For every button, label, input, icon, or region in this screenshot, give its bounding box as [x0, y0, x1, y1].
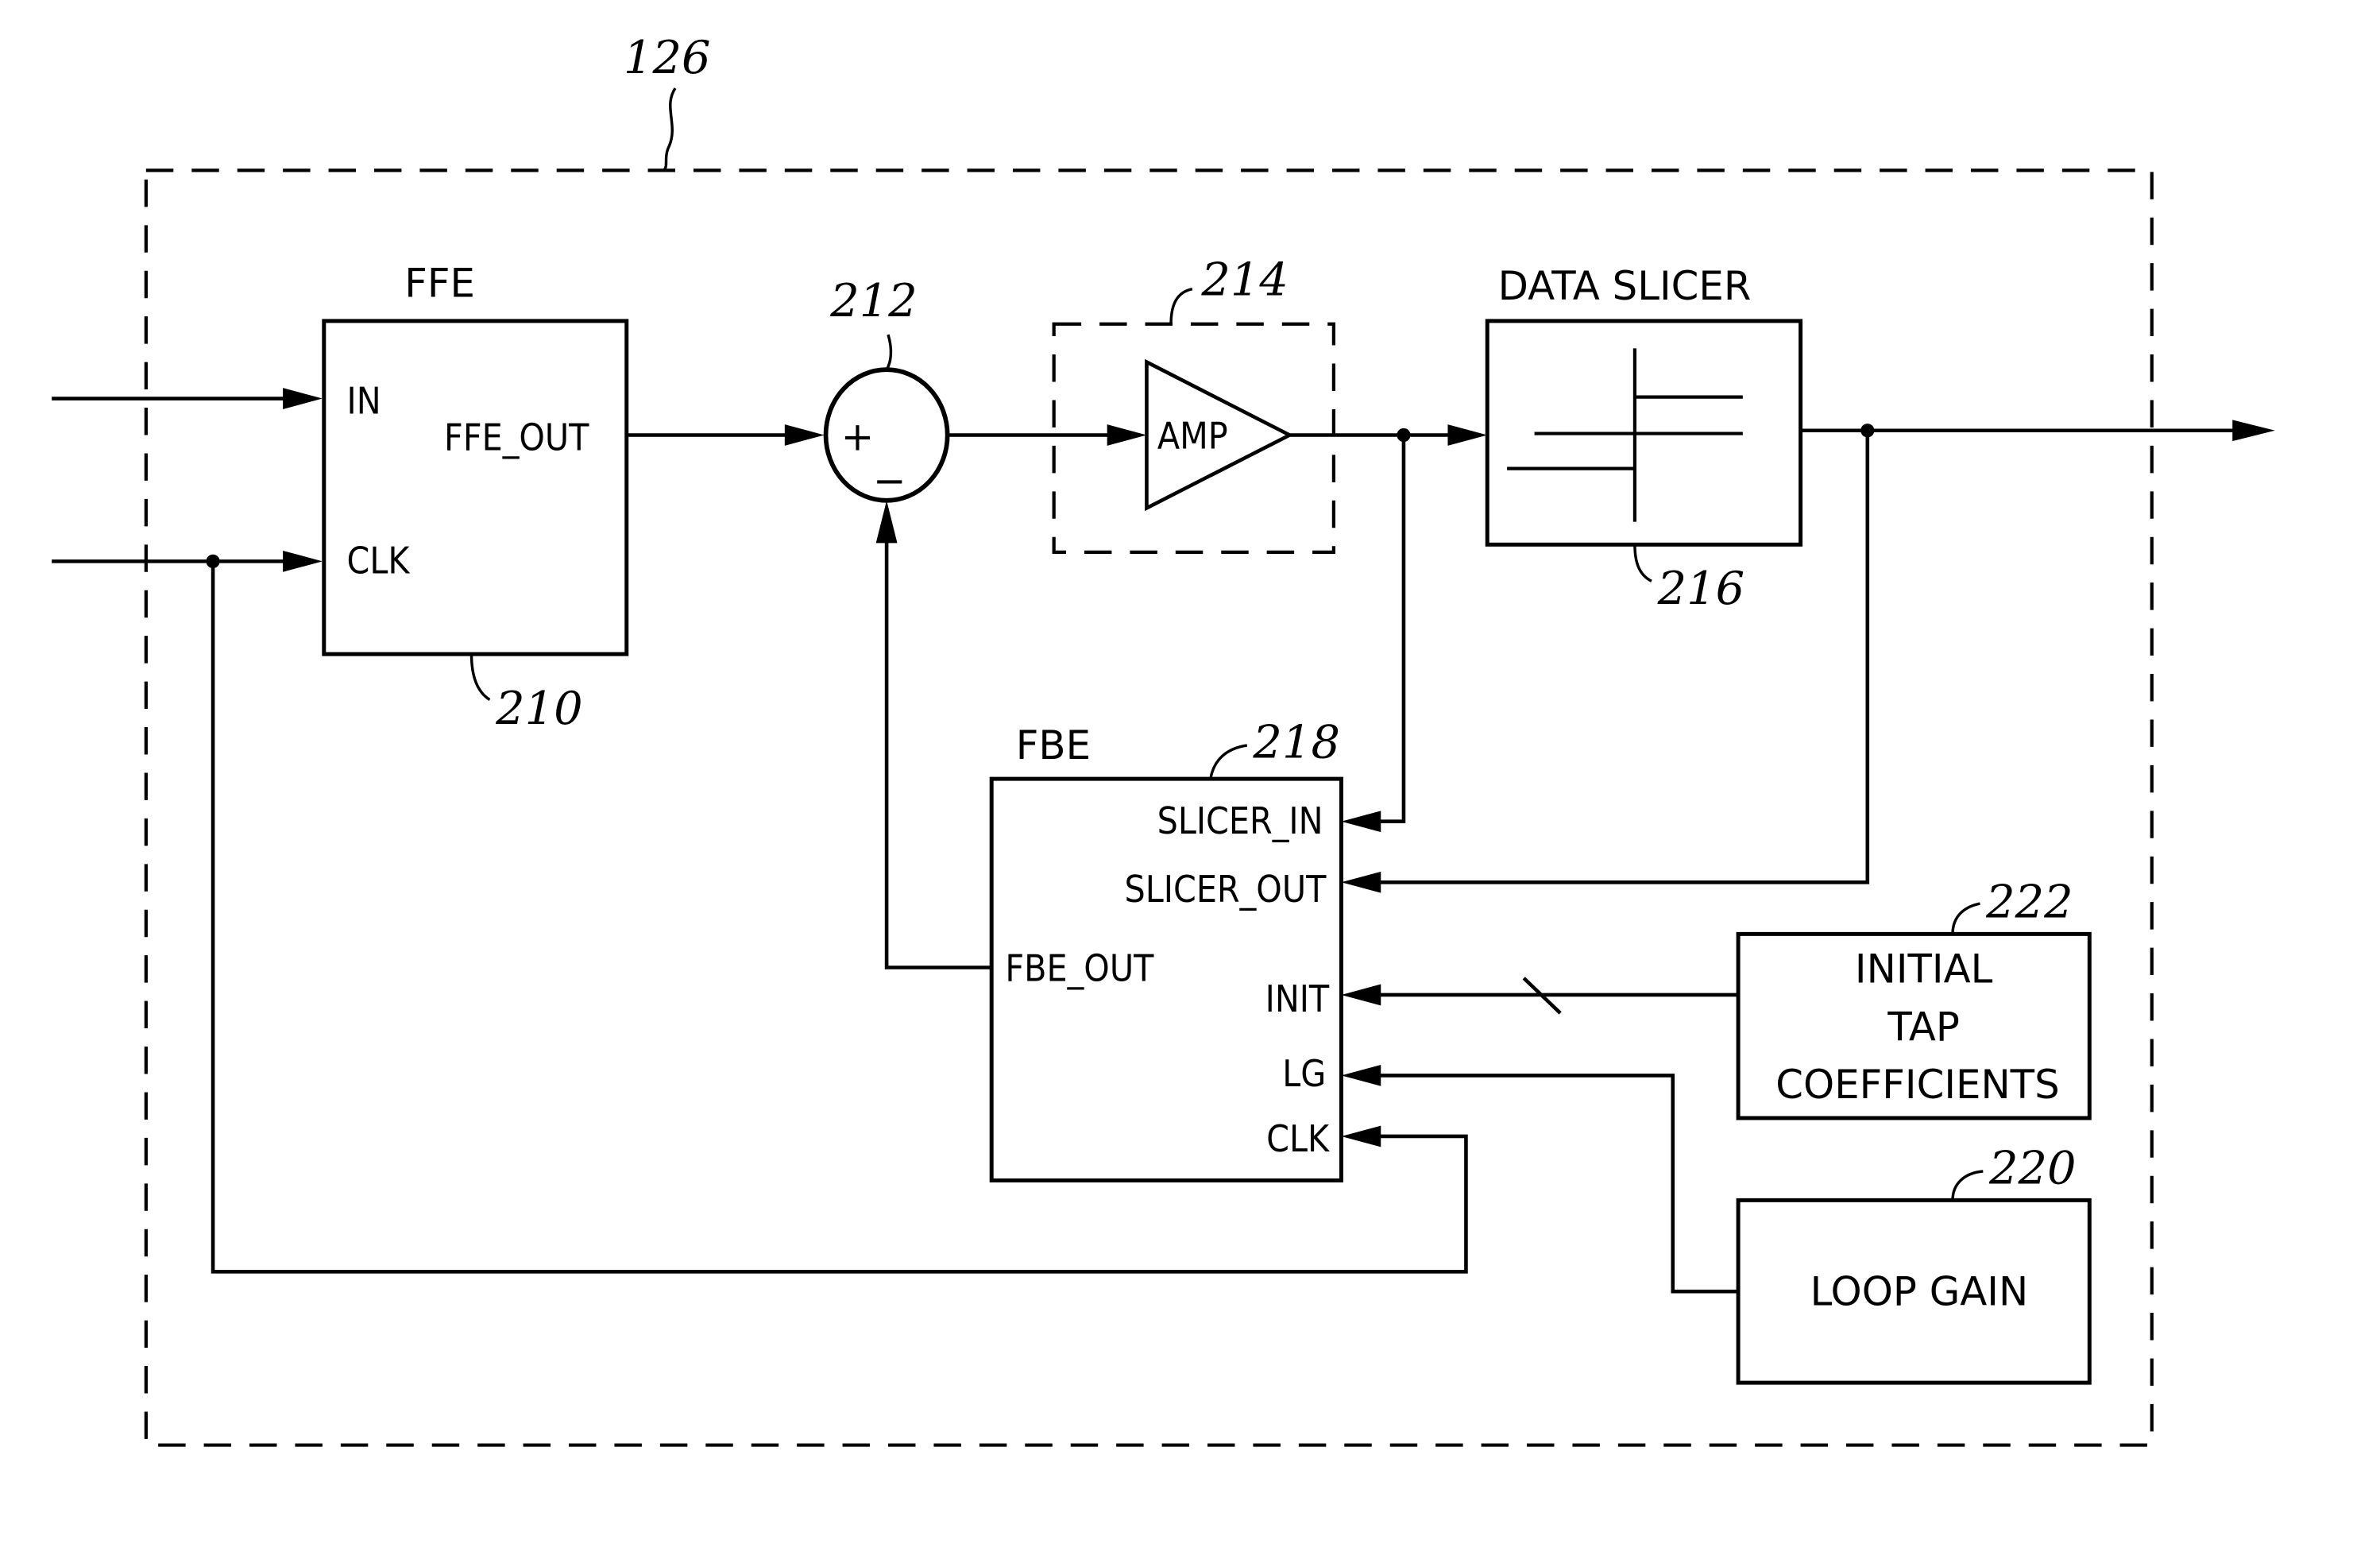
initial-tap-line-1: INITIAL	[1855, 946, 1993, 993]
lg-wire	[1362, 1074, 1739, 1294]
arrow-fbe-clk	[1341, 1125, 1381, 1147]
ref-label-212: 212	[829, 274, 918, 327]
ffe-title: FFE	[404, 260, 475, 306]
summer-minus-sign: −	[873, 458, 906, 504]
fbe-out-feedback-wire	[884, 524, 992, 969]
ffe-port-out: FFE_OUT	[444, 416, 589, 459]
ffe-port-clk: CLK	[347, 540, 411, 582]
fbe-port-init: INIT	[1265, 977, 1330, 1020]
ref-label-222: 222	[1985, 875, 2073, 928]
initial-tap-line-3: COEFFICIENTS	[1775, 1062, 2059, 1108]
ref-leader-220	[1951, 1170, 1984, 1201]
ref-leader-212	[885, 334, 893, 371]
arrow-ffe-clk	[283, 550, 323, 572]
ref-label-210: 210	[495, 682, 583, 735]
fbe-port-slicer-out: SLICER_OUT	[1125, 868, 1327, 911]
ref-label-214: 214	[1200, 253, 1289, 306]
loop-gain-label: LOOP GAIN	[1810, 1268, 2029, 1314]
arrow-system-out	[2232, 420, 2275, 442]
ffe-port-in: IN	[347, 380, 381, 423]
fbe-title: FBE	[1016, 722, 1091, 768]
amp-label: AMP	[1157, 415, 1228, 458]
equalizer-block-diagram: 126 FFE IN FFE_OUT CLK 210 + − 212 AMP 2…	[52, 31, 2275, 1447]
summer-plus-sign: +	[841, 414, 875, 460]
arrow-summer-minus	[875, 500, 898, 544]
ffe-block	[322, 319, 629, 656]
ref-leader-216	[1633, 544, 1652, 582]
initial-tap-line-2: TAP	[1887, 1004, 1960, 1050]
fbe-port-clk: CLK	[1266, 1117, 1330, 1160]
fbe-port-lg: LG	[1282, 1052, 1326, 1095]
slicer-title: DATA SLICER	[1498, 263, 1752, 309]
ref-leader-214	[1169, 288, 1193, 324]
ref-leader-218	[1209, 744, 1248, 780]
ref-leader-126	[662, 87, 677, 172]
arrow-ffe-in	[283, 388, 323, 409]
arrow-fbe-slicer-in	[1341, 811, 1381, 833]
fbe-port-fbe-out: FBE_OUT	[1005, 947, 1154, 990]
ref-label-218: 218	[1252, 715, 1340, 768]
slicer-in-tap-wire	[1362, 435, 1406, 824]
arrow-fbe-init	[1341, 984, 1381, 1006]
arrow-slicer-in	[1447, 424, 1488, 446]
arrow-summer-plus	[784, 424, 825, 446]
ref-label-216: 216	[1657, 562, 1745, 615]
ref-leader-210	[469, 654, 491, 702]
arrow-fbe-slicer-out	[1341, 871, 1381, 893]
fbe-port-slicer-in: SLICER_IN	[1157, 799, 1323, 842]
ref-label-220: 220	[1988, 1141, 2077, 1194]
ref-leader-222	[1951, 902, 1980, 935]
arrow-fbe-lg	[1341, 1065, 1381, 1086]
ref-label-126: 126	[624, 31, 711, 84]
arrow-amp-in	[1107, 424, 1147, 446]
